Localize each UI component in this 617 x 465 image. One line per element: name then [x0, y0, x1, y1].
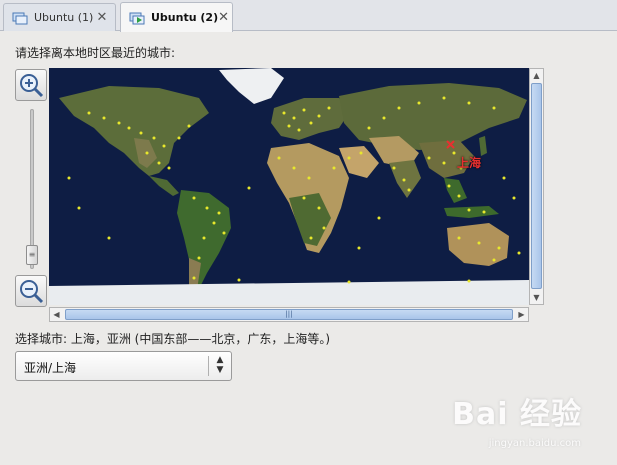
zoom-out-icon — [20, 280, 44, 304]
selected-city-label: 上海 — [457, 156, 482, 170]
select-divider — [208, 356, 209, 376]
tab-ubuntu-2[interactable]: Ubuntu (2) ✕ — [120, 2, 233, 32]
page-prompt: 请选择离本地时区最近的城市: — [15, 46, 176, 60]
timezone-select-value: 亚洲/上海 — [24, 361, 77, 375]
tab-label: Ubuntu (1) — [34, 11, 94, 24]
horizontal-scroll-thumb[interactable]: ||| — [65, 309, 513, 320]
scroll-down-icon[interactable]: ▼ — [530, 291, 543, 304]
timezone-select[interactable]: 亚洲/上海 ▲ ▼ — [15, 351, 232, 381]
map-vertical-scrollbar[interactable]: ▲ ▼ — [529, 68, 544, 305]
close-icon[interactable]: ✕ — [218, 10, 229, 25]
world-map[interactable] — [49, 68, 529, 305]
world-map-image — [49, 68, 529, 305]
tab-label: Ubuntu (2) — [151, 11, 219, 24]
chevron-up-down-icon: ▲ ▼ — [216, 355, 224, 375]
zoom-out-button[interactable] — [15, 275, 47, 307]
selected-city-description: 选择城市: 上海，亚洲 (中国东部——北京，广东，上海等。) — [15, 332, 331, 346]
zoom-in-icon — [20, 74, 44, 98]
tab-bar: Ubuntu (1) ✕ Ubuntu (2) ✕ — [0, 0, 617, 32]
watermark-logo: Bai 经验 — [452, 397, 582, 432]
tab-ubuntu-1[interactable]: Ubuntu (1) ✕ — [3, 3, 116, 31]
zoom-in-button[interactable] — [15, 69, 47, 101]
zoom-slider-handle[interactable]: ≡ — [26, 245, 38, 265]
vertical-scroll-thumb[interactable] — [531, 83, 542, 289]
watermark-url: jingyan.baidu.com — [488, 438, 581, 449]
scroll-up-icon[interactable]: ▲ — [530, 69, 543, 82]
scroll-left-icon[interactable]: ◀ — [50, 308, 63, 321]
map-horizontal-scrollbar[interactable]: ◀ ||| ▶ — [49, 307, 529, 322]
vm-icon — [12, 11, 28, 25]
scroll-right-icon[interactable]: ▶ — [515, 308, 528, 321]
close-icon[interactable]: ✕ — [95, 10, 109, 25]
vm-running-icon — [129, 11, 145, 25]
